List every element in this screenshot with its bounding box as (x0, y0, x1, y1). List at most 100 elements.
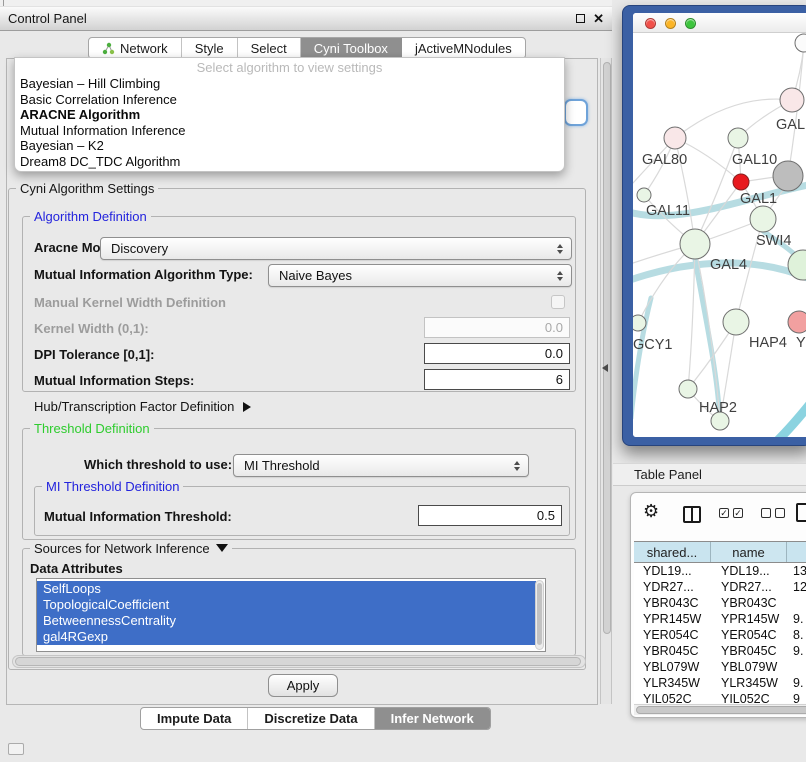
network-node-gal4[interactable] (680, 229, 710, 259)
attribute-list-item[interactable]: SelfLoops (37, 581, 536, 597)
attribute-list-item[interactable]: gal4RGexp (37, 629, 536, 645)
table-cell[interactable]: 9. (787, 676, 806, 690)
settings-vertical-scrollbar[interactable] (600, 58, 612, 704)
settings-horizontal-scrollbar[interactable] (12, 655, 586, 668)
column-header-clipped[interactable] (787, 542, 806, 562)
attribute-list-item[interactable]: BetweennessCentrality (37, 613, 536, 629)
network-node-gal1[interactable] (750, 206, 776, 232)
network-node-gal11[interactable] (637, 188, 651, 202)
new-table-icon[interactable] (796, 503, 806, 522)
deselect-all-checkboxes-icon[interactable] (761, 508, 785, 518)
table-body[interactable]: YDL19...YDL19...13YDR27...YDR27...12YBR0… (634, 563, 806, 703)
mi-steps-field[interactable]: 6 (424, 369, 570, 390)
network-node-y[interactable] (788, 311, 806, 333)
mac-close-icon[interactable] (645, 18, 656, 29)
network-node-hap2[interactable] (679, 380, 697, 398)
table-horizontal-scrollbar[interactable] (634, 704, 806, 715)
column-header-shared-name[interactable]: shared... (634, 542, 711, 562)
network-node[interactable] (733, 174, 749, 190)
sources-legend[interactable]: Sources for Network Inference (30, 541, 232, 556)
settings-vertical-thumb[interactable] (603, 62, 611, 634)
table-settings-gear-icon[interactable]: ⚙ (643, 502, 659, 520)
table-cell[interactable]: YPR145W (634, 612, 711, 626)
close-panel-icon[interactable]: ✕ (593, 12, 604, 25)
mi-threshold-field[interactable]: 0.5 (418, 505, 562, 526)
table-cell[interactable]: YBL079W (711, 660, 787, 674)
network-canvas[interactable]: GALGAL80GAL10GAL1GAL11SWI4GAL4GCY1HAP4YH… (633, 33, 806, 437)
table-row[interactable]: YLR345WYLR345W9. (634, 675, 806, 691)
table-cell[interactable]: YBR043C (711, 596, 787, 610)
table-cell[interactable]: 8. (787, 628, 806, 642)
table-cell[interactable]: YLR345W (634, 676, 711, 690)
table-cell[interactable]: YER054C (711, 628, 787, 642)
mac-minimize-icon[interactable] (665, 18, 676, 29)
table-cell[interactable]: YER054C (634, 628, 711, 642)
hub-transcription-factor-section[interactable]: Hub/Transcription Factor Definition (34, 399, 251, 414)
network-node-hap4[interactable] (723, 309, 749, 335)
table-cell[interactable]: YBR045C (634, 644, 711, 658)
tab-jactivemnodules[interactable]: jActiveMNodules (402, 38, 525, 58)
network-node-gcy1[interactable] (633, 315, 646, 331)
dpi-tolerance-field[interactable]: 0.0 (424, 343, 570, 364)
attributes-scrollbar-thumb[interactable] (537, 583, 542, 645)
settings-horizontal-thumb[interactable] (15, 657, 581, 666)
network-node-gal[interactable] (780, 88, 804, 112)
table-cell[interactable]: YIL052C (634, 692, 711, 703)
network-node[interactable] (795, 34, 806, 52)
table-row[interactable]: YER054CYER054C8. (634, 627, 806, 643)
algorithm-option[interactable]: Bayesian – Hill Climbing (15, 76, 564, 92)
table-row[interactable]: YIL052CYIL052C9 (634, 691, 806, 703)
network-edge[interactable] (695, 259, 720, 421)
apply-button[interactable]: Apply (268, 674, 338, 697)
tab-style[interactable]: Style (182, 38, 238, 58)
tab-select[interactable]: Select (238, 38, 301, 58)
table-row[interactable]: YBR043CYBR043C (634, 595, 806, 611)
table-cell[interactable]: YDR27... (711, 580, 787, 594)
table-cell[interactable]: YIL052C (711, 692, 787, 703)
table-cell[interactable]: 9. (787, 612, 806, 626)
table-cell[interactable]: YPR145W (711, 612, 787, 626)
aracne-mode-select[interactable]: Discovery (100, 237, 572, 260)
collapse-down-icon[interactable] (216, 544, 228, 552)
float-window-icon[interactable] (576, 14, 585, 23)
table-cell[interactable]: 12 (787, 580, 806, 594)
table-cell[interactable]: 13 (787, 564, 806, 578)
tab-infer-network[interactable]: Infer Network (375, 708, 490, 729)
algorithm-option[interactable]: ARACNE Algorithm (15, 107, 564, 123)
hidden-algorithm-combo-fragment[interactable] (564, 99, 588, 126)
panel-collapse-arrow-icon[interactable] (602, 364, 608, 372)
attribute-list-item[interactable]: TopologicalCoefficient (37, 597, 536, 613)
algorithm-option[interactable]: Dream8 DC_TDC Algorithm (15, 154, 564, 170)
table-cell[interactable]: YLR345W (711, 676, 787, 690)
algorithm-option[interactable]: Bayesian – K2 (15, 138, 564, 154)
network-edge[interactable] (773, 385, 806, 437)
mi-algorithm-type-select[interactable]: Naive Bayes (268, 264, 572, 287)
table-cell[interactable]: YDL19... (711, 564, 787, 578)
network-view-window[interactable]: GALGAL80GAL10GAL1GAL11SWI4GAL4GCY1HAP4YH… (622, 5, 806, 446)
table-cell[interactable]: YBR045C (711, 644, 787, 658)
expand-right-icon[interactable] (243, 402, 251, 412)
table-cell[interactable]: YBL079W (634, 660, 711, 674)
table-row[interactable]: YBL079WYBL079W (634, 659, 806, 675)
column-header-name[interactable]: name (711, 542, 787, 562)
table-cell[interactable]: 9 (787, 692, 806, 703)
table-cell[interactable]: 9. (787, 644, 806, 658)
select-all-checkboxes-icon[interactable]: ✓ ✓ (719, 508, 743, 518)
restore-panel-button[interactable] (8, 743, 24, 755)
network-node[interactable] (773, 161, 803, 191)
data-attributes-list[interactable]: SelfLoopsTopologicalCoefficientBetweenne… (36, 578, 546, 652)
table-cell[interactable]: YDL19... (634, 564, 711, 578)
tab-cyni-toolbox[interactable]: Cyni Toolbox (301, 38, 402, 58)
table-row[interactable]: YDL19...YDL19...13 (634, 563, 806, 579)
table-row[interactable]: YDR27...YDR27...12 (634, 579, 806, 595)
tab-network[interactable]: Network (89, 38, 182, 58)
which-threshold-select[interactable]: MI Threshold (233, 454, 529, 477)
attributes-scrollbar[interactable] (535, 580, 544, 650)
table-row[interactable]: YBR045CYBR045C9. (634, 643, 806, 659)
mac-zoom-icon[interactable] (685, 18, 696, 29)
column-layout-icon[interactable] (683, 506, 701, 523)
manual-kernel-width-checkbox[interactable] (551, 295, 565, 309)
tab-discretize-data[interactable]: Discretize Data (248, 708, 374, 729)
table-cell[interactable]: YDR27... (634, 580, 711, 594)
network-node-gal80[interactable] (664, 127, 686, 149)
